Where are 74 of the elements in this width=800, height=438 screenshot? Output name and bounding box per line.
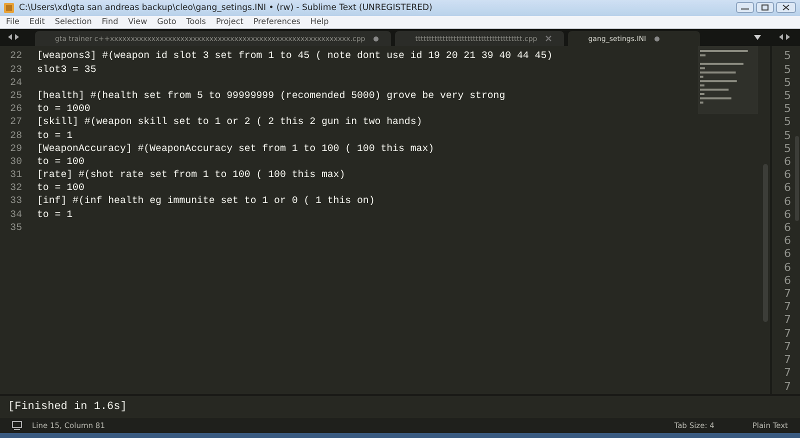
- line-number: 27: [9, 115, 23, 129]
- menu-item[interactable]: Tools: [186, 17, 206, 26]
- restore-icon[interactable]: [756, 2, 774, 14]
- close-icon[interactable]: [776, 2, 796, 14]
- line-number: 5: [783, 142, 792, 156]
- line-number: 6: [783, 208, 792, 222]
- code-line: [skill] #(weapon skill set to 1 or 2 ( 2 this 2 gun in two hands): [37, 115, 422, 129]
- line-number: 5: [783, 115, 792, 129]
- line-number: 6: [783, 234, 792, 248]
- line-number: 6: [783, 155, 792, 168]
- tab-scroll-arrows-icon[interactable]: [779, 33, 790, 42]
- line-number: 5: [783, 76, 792, 90]
- menu-item[interactable]: Help: [310, 17, 329, 26]
- line-number: 7: [783, 340, 792, 354]
- minimap-drawing[interactable]: [698, 46, 758, 114]
- line-number: 5: [783, 49, 792, 63]
- code-line: [WeaponAccuracy] #(WeaponAccuracy set from 1 to 100 ( 100 this max): [37, 142, 434, 155]
- panel-toggle-icon[interactable]: [12, 421, 22, 430]
- tab-scroll-arrows-icon[interactable]: [8, 33, 19, 42]
- menu-item[interactable]: Find: [102, 17, 118, 26]
- line-number: 6: [783, 181, 792, 195]
- line-number: 6: [783, 194, 792, 208]
- menu-item[interactable]: Goto: [157, 17, 176, 26]
- line-number: 6: [783, 168, 792, 182]
- line-number: 22: [9, 49, 23, 63]
- line-number: 34: [9, 208, 23, 221]
- line-number: 5: [783, 102, 792, 116]
- code-line: [health] #(health set from 5 to 99999999 (recomended 5000) grove be very strong: [37, 88, 506, 102]
- code-line: [weapons3] #(weapon id slot 3 set from 1 to 45 ( note dont use id 19 20 21 39 40 44 45): [37, 49, 553, 63]
- app-logo-icon: [4, 2, 14, 13]
- line-number: 33: [9, 194, 23, 208]
- line-number: 28: [9, 128, 23, 142]
- menu-item[interactable]: Edit: [29, 17, 45, 26]
- line-number: 7: [783, 287, 792, 300]
- line-number: 7: [783, 366, 792, 380]
- line-number: 23: [9, 62, 23, 76]
- line-number: 32: [9, 181, 23, 194]
- line-number: 7: [783, 326, 792, 340]
- line-number: 29: [9, 142, 23, 155]
- dropdown-icon[interactable]: [754, 35, 761, 40]
- line-number: 6: [783, 221, 792, 234]
- code-line: [inf] #(inf health eg immunite set to 1 or 0 ( 1 this on): [37, 194, 375, 208]
- line-number: 6: [783, 260, 792, 274]
- build-output: [Finished in 1.6s]: [8, 401, 127, 413]
- code-line: to = 100: [37, 181, 84, 194]
- menu-item[interactable]: Selection: [54, 17, 92, 26]
- menu-item[interactable]: File: [6, 17, 20, 26]
- line-number: 24: [9, 76, 23, 89]
- code-line: [rate] #(shot rate set from 1 to 100 ( 100 this max): [37, 168, 346, 182]
- menu-item[interactable]: Project: [216, 17, 244, 26]
- line-number: 7: [783, 313, 792, 327]
- line-number: 35: [9, 220, 23, 234]
- menu-item[interactable]: Preferences: [253, 17, 300, 26]
- minimize-icon[interactable]: [736, 2, 754, 14]
- code-line: slot3 = 35: [37, 62, 96, 76]
- close-tab-icon[interactable]: [545, 35, 552, 42]
- line-number: 5: [783, 128, 792, 142]
- line-number: 7: [783, 300, 792, 314]
- line-number: 7: [783, 380, 792, 393]
- code-line: to = 1: [37, 128, 73, 142]
- line-number: 5: [783, 89, 792, 102]
- line-number: 6: [783, 247, 792, 261]
- code-line: to = 1: [37, 208, 73, 221]
- window-title: C:\Users\xd\gta san andreas backup\cleo\gang_setings.INI • (rw) - Sublime Text (UNREGISTERED): [19, 2, 434, 13]
- line-number: 30: [9, 154, 23, 168]
- line-number: 31: [9, 168, 23, 182]
- line-number: 5: [783, 62, 792, 76]
- line-number: 25: [9, 88, 23, 102]
- code-line: to = 100: [37, 154, 84, 168]
- code-line: to = 1000: [37, 102, 90, 116]
- line-number: 7: [783, 353, 792, 366]
- line-number: 6: [783, 274, 792, 288]
- line-number: 26: [9, 102, 23, 116]
- menu-item[interactable]: View: [128, 17, 148, 26]
